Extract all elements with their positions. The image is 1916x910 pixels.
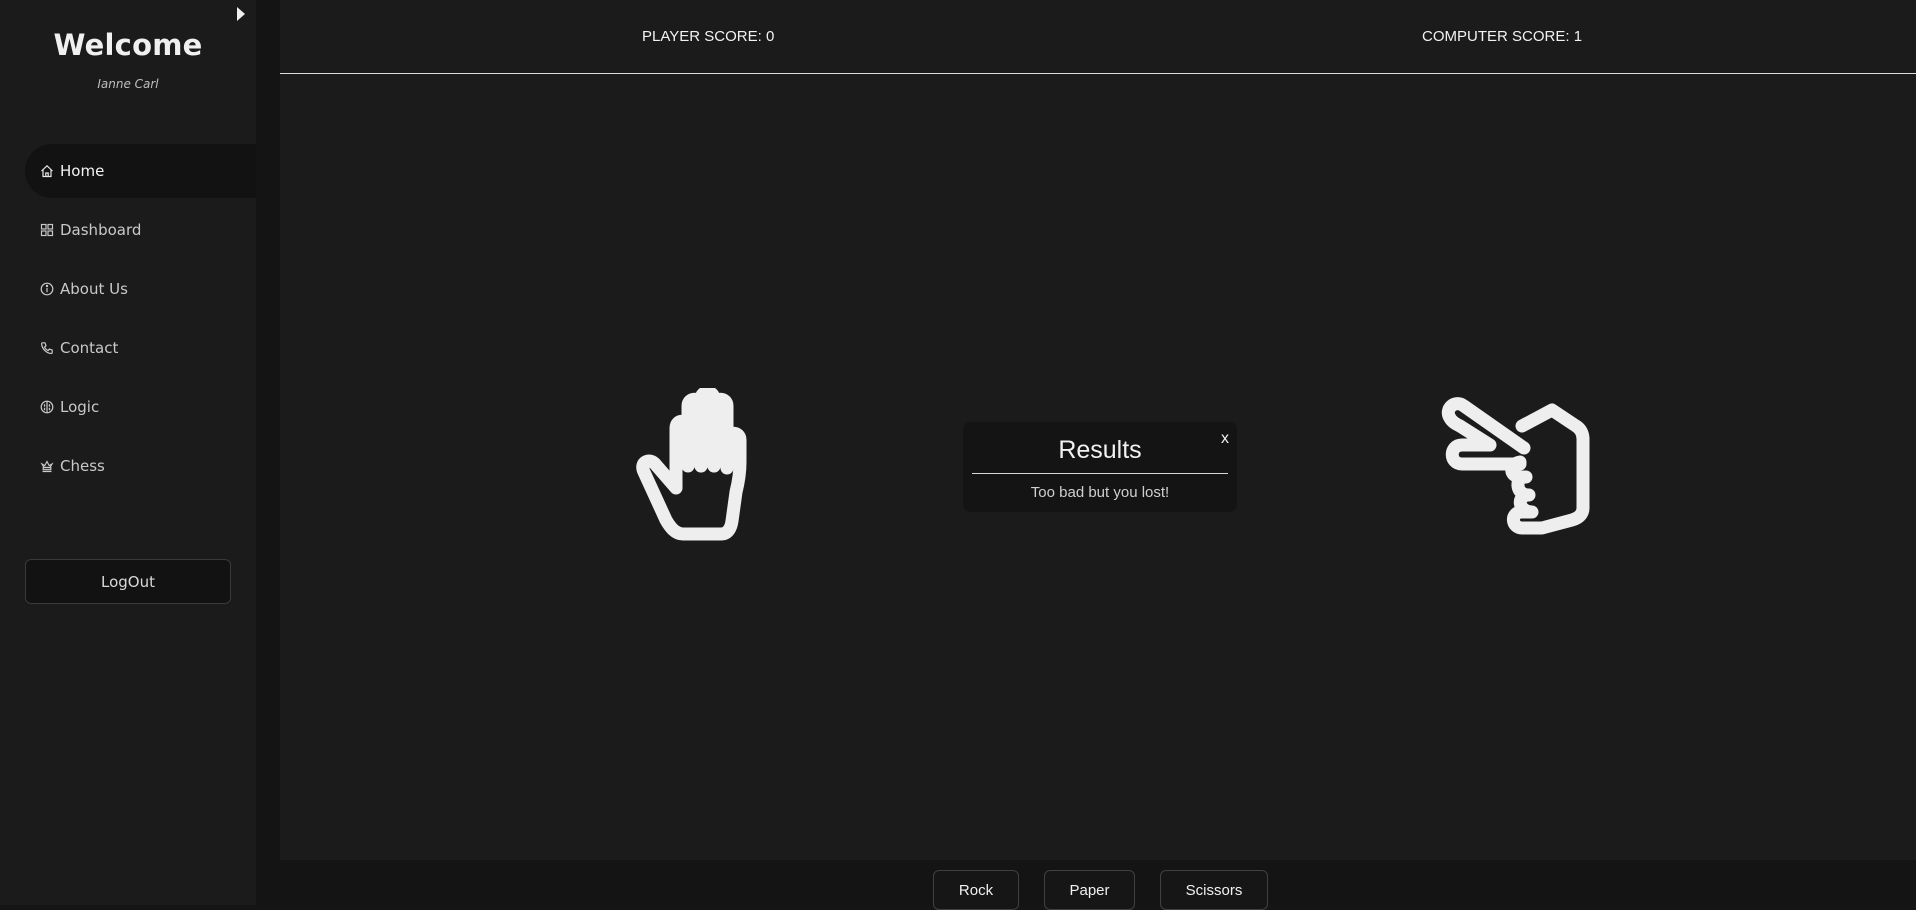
hand-paper-icon [636,385,747,541]
rock-button[interactable]: Rock [933,870,1019,910]
grid-icon [40,223,54,237]
sidebar-item-label: Home [60,162,105,180]
phone-icon [40,341,54,355]
home-icon [40,164,54,178]
sidebar-item-label: Chess [60,457,105,475]
computer-score: COMPUTER SCORE: 1 [1422,28,1582,45]
paper-button[interactable]: Paper [1044,870,1135,910]
hand-scissors-icon [1441,397,1590,535]
scissors-button[interactable]: Scissors [1160,870,1268,910]
info-icon [40,282,54,296]
computer-score-label: COMPUTER SCORE: [1422,28,1570,45]
results-message: Too bad but you lost! [1030,484,1170,501]
sidebar-item-about-us[interactable]: About Us [25,262,256,316]
sidebar-toggle-button[interactable] [234,6,248,22]
sidebar: Welcome Ianne Carl Home Dashboard About … [0,0,256,905]
sidebar-item-label: Contact [60,339,119,357]
sidebar-item-label: About Us [60,280,128,298]
results-divider [972,473,1228,474]
sidebar-item-dashboard[interactable]: Dashboard [25,203,256,257]
player-score-label: PLAYER SCORE: [642,28,762,45]
brain-icon [40,400,54,414]
chess-icon [40,459,54,473]
caret-right-icon [237,7,245,21]
score-bar: PLAYER SCORE: 0 COMPUTER SCORE: 1 [280,0,1916,74]
player-score: PLAYER SCORE: 0 [642,28,774,45]
computer-choice [1430,396,1590,543]
sidebar-divider [256,0,280,905]
sidebar-nav: Home Dashboard About Us Contact Logic Ch… [25,144,256,498]
player-score-value: 0 [765,28,775,45]
game-area: PLAYER SCORE: 0 COMPUTER SCORE: 1 x Resu… [280,0,1916,860]
sidebar-item-home[interactable]: Home [25,144,256,198]
sidebar-item-label: Logic [60,398,100,416]
results-popup: x Results Too bad but you lost! [963,422,1237,512]
logout-button[interactable]: LogOut [25,559,231,604]
results-title: Results [1058,436,1142,464]
welcome-title: Welcome [53,28,203,62]
computer-score-value: 1 [1573,28,1583,45]
sidebar-item-contact[interactable]: Contact [25,321,256,375]
sidebar-item-label: Dashboard [60,221,142,239]
username: Ianne Carl [97,77,159,91]
sidebar-item-logic[interactable]: Logic [25,380,256,434]
sidebar-item-chess[interactable]: Chess [25,439,256,493]
player-choice [622,385,762,553]
choice-bar: Rock Paper Scissors [280,860,1916,910]
